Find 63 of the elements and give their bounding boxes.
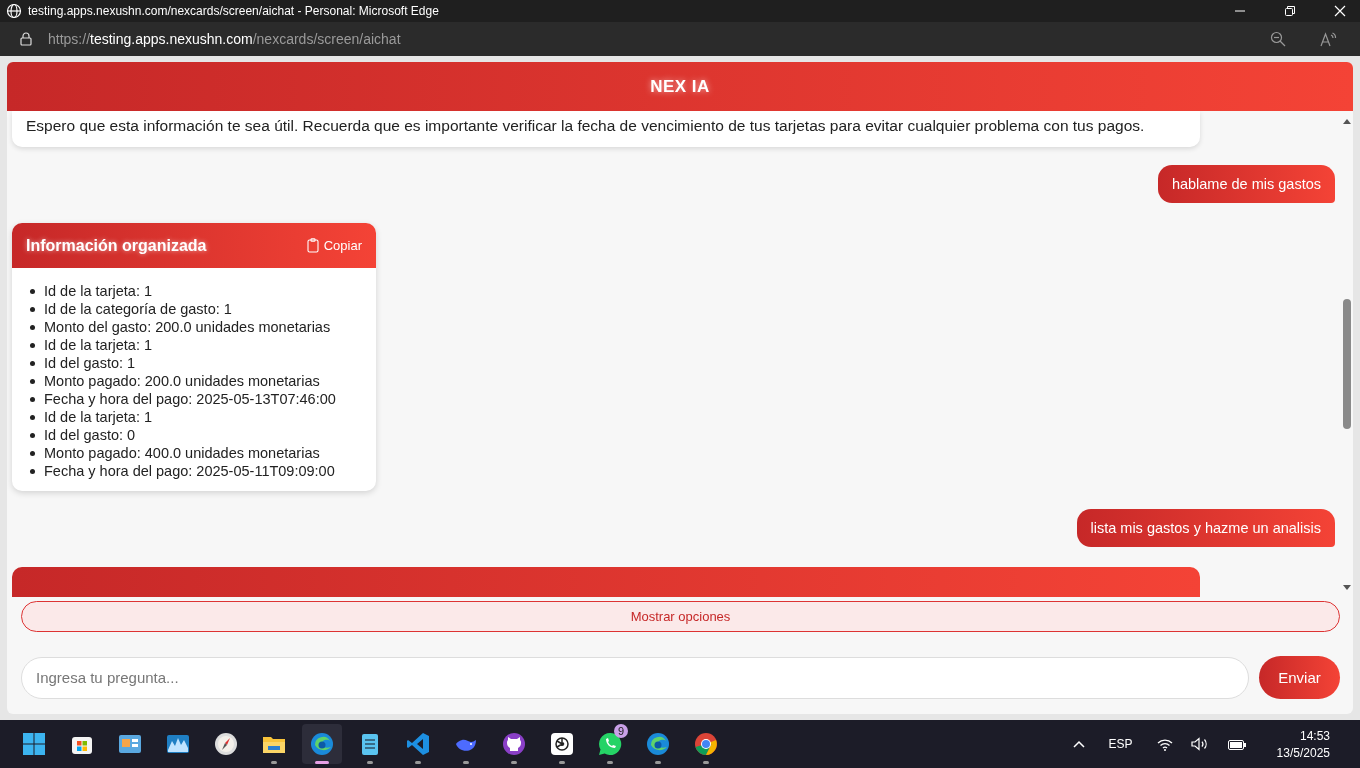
list-item: Fecha y hora del pago: 2025-05-11T09:09:00: [44, 462, 335, 480]
clipboard-icon: [306, 238, 319, 253]
bullet-icon: [30, 342, 35, 348]
list-item: Monto del gasto: 200.0 unidades monetarias: [44, 318, 331, 336]
globe-icon: [6, 3, 22, 19]
url-text[interactable]: https://testing.apps.nexushn.com/nexcards/screen/aichat: [48, 31, 401, 47]
taskbar-button[interactable]: 9: [590, 724, 630, 764]
battery-icon[interactable]: [1226, 737, 1247, 751]
bullet-icon: [30, 432, 35, 438]
language-indicator[interactable]: ESP: [1108, 737, 1133, 751]
scrollbar-thumb[interactable]: [1343, 299, 1351, 429]
circle-browser-icon: [694, 732, 718, 756]
cat-logo-icon: [502, 732, 526, 756]
bullet-icon: [30, 378, 35, 384]
list-item: Id del gasto: 0: [44, 426, 136, 444]
bullet-icon: [30, 288, 35, 294]
dashboard-window-icon: [118, 732, 142, 756]
clock-date[interactable]: 13/5/2025: [1276, 745, 1330, 760]
list-item: Id de la tarjeta: 1: [44, 408, 152, 426]
speaker-icon[interactable]: [1190, 737, 1209, 751]
bullet-icon: [30, 360, 35, 366]
windows-logo-icon: [22, 732, 46, 756]
read-aloud-icon[interactable]: [1320, 31, 1338, 47]
chevron-up-icon[interactable]: [1072, 740, 1085, 748]
list-item: Monto pagado: 200.0 unidades monetarias: [44, 372, 320, 390]
card-title: Información organizada: [26, 236, 207, 255]
scroll-down-icon[interactable]: [1342, 584, 1352, 592]
zoom-out-icon[interactable]: [1270, 31, 1286, 47]
notification-badge: 9: [614, 724, 628, 738]
clock-time[interactable]: 14:53: [1299, 728, 1330, 743]
compass-icon: [214, 732, 238, 756]
send-button[interactable]: Enviar: [1259, 656, 1340, 699]
restore-icon[interactable]: [1284, 5, 1296, 17]
list-item: Id del gasto: 1: [44, 354, 136, 372]
bullet-icon: [30, 468, 35, 474]
list-item: Id de la tarjeta: 1: [44, 282, 152, 300]
user-message: lista mis gastos y hazme un analisis: [1076, 509, 1335, 547]
copy-button[interactable]: Copiar: [304, 236, 364, 255]
user-message: hablame de mis gastos: [1157, 165, 1335, 203]
swirl-browser-icon: [646, 732, 670, 756]
bullet-icon: [30, 324, 35, 330]
bullet-icon: [30, 306, 35, 312]
close-icon[interactable]: [1334, 5, 1346, 17]
swirl-browser-icon: [310, 732, 334, 756]
list-item: Monto pagado: 400.0 unidades monetarias: [44, 444, 320, 462]
assistant-message: Espero que esta información te sea útil. Recuerda que es importante verificar la fecha de vencimiento de tus tarjetas para evitar cualquier problema con tus pagos.: [12, 111, 1200, 147]
code-editor-icon: [406, 732, 430, 756]
header-title: NEX IA: [650, 76, 710, 97]
list-item: Id de la tarjeta: 1: [44, 336, 152, 354]
taskbar-button[interactable]: [302, 724, 342, 764]
wifi-icon[interactable]: [1156, 737, 1173, 751]
list-item: Id de la categoría de gasto: 1: [44, 300, 232, 318]
show-options-button[interactable]: Mostrar opciones: [21, 601, 1340, 632]
bullet-icon: [30, 414, 35, 420]
question-input[interactable]: Ingresa tu pregunta...: [21, 656, 1249, 699]
wave-chart-icon: [166, 732, 190, 756]
knot-logo-icon: [550, 732, 574, 756]
window-title: testing.apps.nexushn.com/nexcards/screen/aichat - Personal: Microsoft Edge: [28, 4, 439, 18]
bullet-icon: [30, 396, 35, 402]
bullet-icon: [30, 450, 35, 456]
scroll-up-icon[interactable]: [1342, 117, 1352, 125]
list-item: Fecha y hora del pago: 2025-05-13T07:46:00: [44, 390, 336, 408]
lock-icon: [20, 32, 32, 46]
